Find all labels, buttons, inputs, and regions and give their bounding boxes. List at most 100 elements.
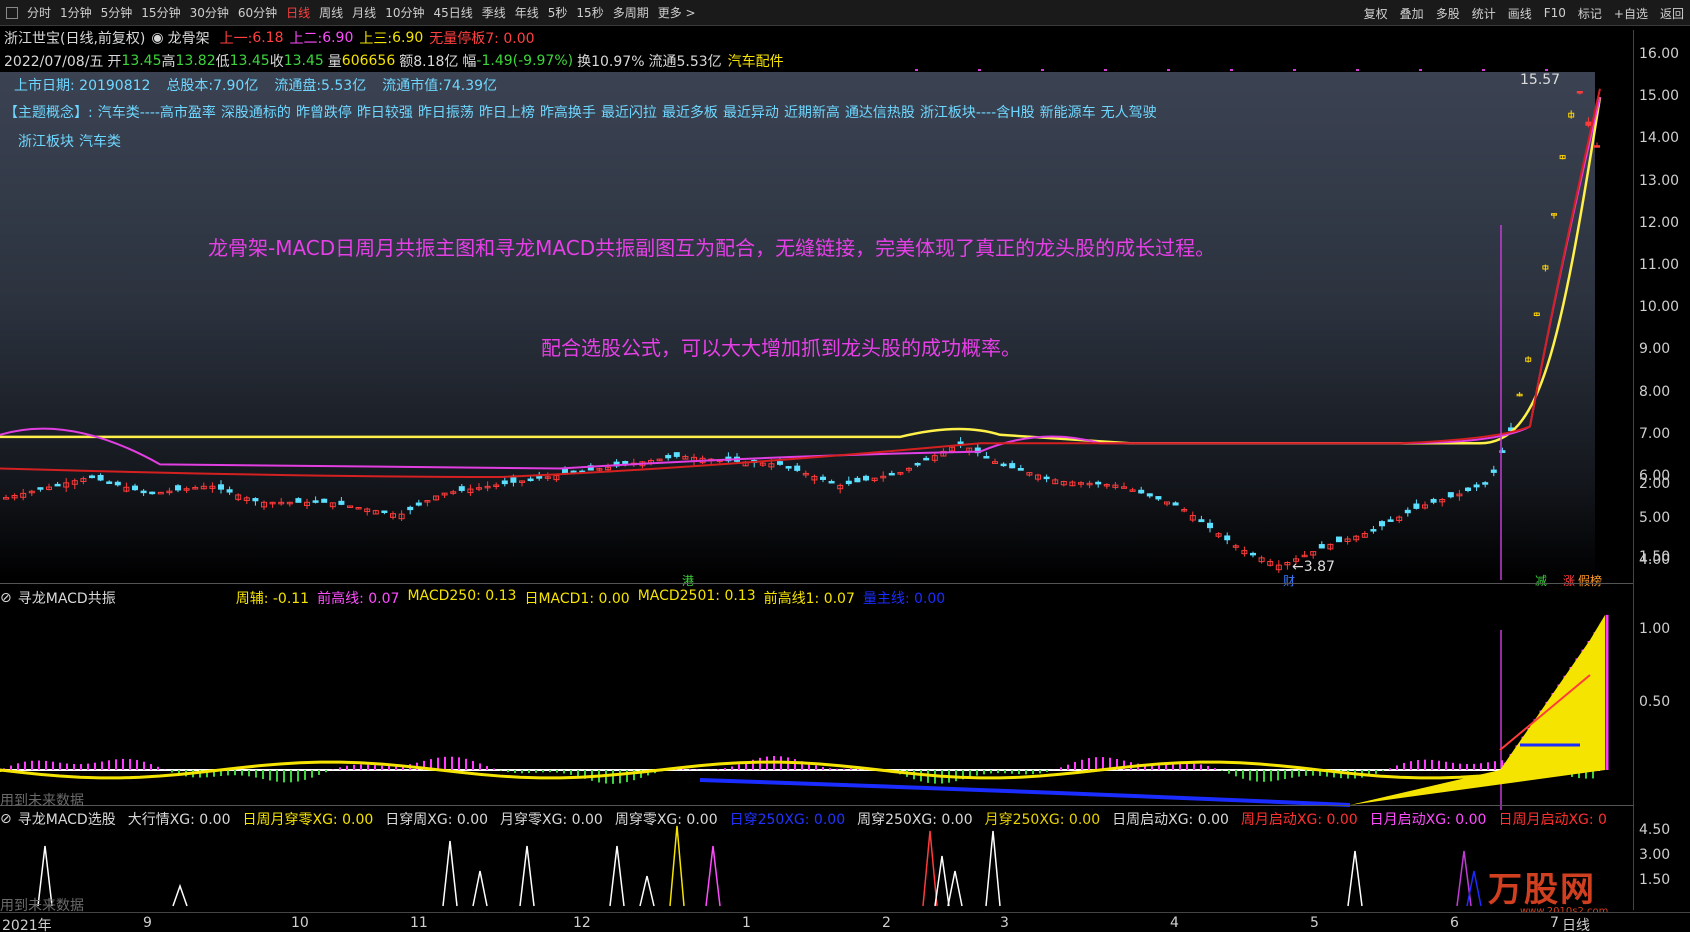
- price-tick-label: 14.00: [1639, 130, 1680, 147]
- candle-body: [1387, 519, 1394, 522]
- signal-spike: [472, 870, 488, 907]
- candle-body: [914, 462, 921, 466]
- panel1-footer: 用到未来数据: [0, 793, 84, 809]
- panel2-value: 周穿零XG: 0.00: [614, 812, 718, 828]
- candle-body: [3, 497, 9, 500]
- candle-body: [54, 483, 61, 487]
- chevron-down-icon[interactable]: ⊘: [0, 811, 12, 827]
- panel1-name[interactable]: 寻龙MACD共振: [18, 588, 116, 608]
- signal-spike: [442, 840, 458, 907]
- candle-body: [527, 478, 534, 482]
- chart-canvas[interactable]: 15.57 ←3.87 港 财 减 涨假榜: [0, 0, 1633, 910]
- panel2-value: 日周月穿零XG: 0.00: [242, 812, 374, 828]
- panel-divider-1[interactable]: [0, 583, 1633, 584]
- candle-body: [1138, 489, 1145, 494]
- candle-body: [132, 485, 138, 491]
- price-tick-label: 7.00: [1639, 425, 1671, 442]
- candle-body: [854, 477, 861, 483]
- signal-spike: [934, 855, 950, 907]
- event-marker: 港: [682, 574, 694, 588]
- annotation-note-2: 配合选股公式，可以大大增加抓到龙头股的成功概率。: [541, 336, 1021, 360]
- candle-body: [794, 465, 801, 471]
- panel2-name[interactable]: 寻龙MACD选股: [18, 809, 116, 829]
- panel2-tick-label: 1.50: [1639, 871, 1671, 888]
- panel2-tick-label: 3.00: [1639, 846, 1671, 863]
- candle-body: [381, 510, 388, 514]
- panel2-value: 日穿周XG: 0.00: [385, 812, 489, 828]
- candle-body: [1465, 487, 1471, 492]
- candle-body: [1043, 476, 1050, 480]
- signal-spike: [922, 830, 938, 907]
- panel1-tick-label: 0.50: [1639, 693, 1671, 710]
- event-marker: 减: [1535, 574, 1547, 588]
- candle-body: [673, 452, 680, 457]
- panel1-tick-label: 1.50: [1639, 548, 1671, 565]
- signal-spike: [609, 845, 625, 907]
- panel1-value: 前高线: 0.07: [317, 591, 400, 607]
- date-tick-label: 9: [143, 915, 152, 931]
- candle-body: [415, 502, 422, 506]
- candle-body: [1017, 468, 1024, 471]
- date-tick-label: 6: [1450, 915, 1459, 931]
- candle-body: [983, 456, 990, 459]
- candle-body: [106, 481, 113, 484]
- chevron-down-icon[interactable]: ⊘: [0, 590, 12, 606]
- candle-body: [1198, 519, 1205, 523]
- price-tick-label: 9.00: [1639, 341, 1671, 358]
- candle-body: [845, 480, 852, 485]
- candle-body: [175, 485, 181, 491]
- candle-body: [1095, 481, 1102, 485]
- candle-body: [1447, 492, 1454, 498]
- date-tick-label: 7: [1550, 915, 1559, 931]
- candle-body: [295, 498, 302, 503]
- price-tick-label: 16.00: [1639, 46, 1680, 62]
- price-tick-label: 13.00: [1639, 172, 1680, 189]
- panel1-tick-label: 1.00: [1639, 621, 1671, 637]
- toolbar-button[interactable]: 返回: [1660, 5, 1684, 22]
- candle-body: [888, 472, 895, 476]
- volume-main-line: [699, 778, 1351, 807]
- candle-body: [665, 455, 672, 459]
- candle-body: [226, 489, 233, 493]
- candle-body: [114, 481, 121, 486]
- panel1-header: ⊘ 寻龙MACD共振 周辅: -0.11 前高线: 0.07 MACD250: 0.…: [0, 588, 959, 608]
- panel2-value: 周穿250XG: 0.00: [857, 812, 973, 828]
- candle-body: [1224, 535, 1231, 541]
- panel2-value: 月穿零XG: 0.00: [500, 812, 603, 828]
- panel2-value: 日周月启动XG: 0: [1498, 812, 1607, 828]
- candle-body: [1336, 536, 1342, 543]
- candle-body: [1473, 484, 1480, 488]
- panel2-value: 日穿250XG: 0.00: [729, 812, 846, 828]
- event-marker: 涨: [1563, 573, 1575, 588]
- signal-spike: [519, 845, 535, 907]
- candle-body: [957, 441, 964, 445]
- signal-spike: [1347, 850, 1363, 907]
- date-tick-label: 12: [573, 915, 591, 931]
- candle-body: [1207, 522, 1213, 529]
- candle-body: [510, 477, 517, 483]
- signal-spike: [705, 845, 721, 907]
- candle-body: [863, 475, 869, 481]
- candle-body: [1413, 503, 1420, 509]
- period-label: 日线: [1562, 918, 1590, 932]
- candle-body: [252, 498, 259, 502]
- panel2-tick-label: 4.50: [1639, 821, 1671, 838]
- candle-body: [1146, 493, 1153, 497]
- date-tick-label: 2: [882, 915, 891, 931]
- panel2-value: 周月启动XG: 0.00: [1240, 812, 1358, 828]
- short-term-line: [0, 88, 1601, 479]
- date-tick-label: 2021年: [2, 918, 52, 932]
- candle-body: [89, 475, 95, 479]
- price-tick-label: 15.00: [1639, 88, 1680, 105]
- low-price-label: ←3.87: [1292, 559, 1335, 575]
- candle-body: [1379, 521, 1385, 527]
- candle-body: [1155, 496, 1162, 500]
- panel1-value: MACD2501: 0.13: [637, 588, 756, 604]
- signal-spike: [947, 870, 963, 907]
- candle-body: [458, 486, 465, 491]
- date-tick-label: 5: [1310, 915, 1319, 931]
- candle-body: [97, 474, 104, 481]
- candle-body: [149, 491, 156, 495]
- candle-body: [1250, 552, 1256, 556]
- panel-divider-2[interactable]: [0, 805, 1633, 806]
